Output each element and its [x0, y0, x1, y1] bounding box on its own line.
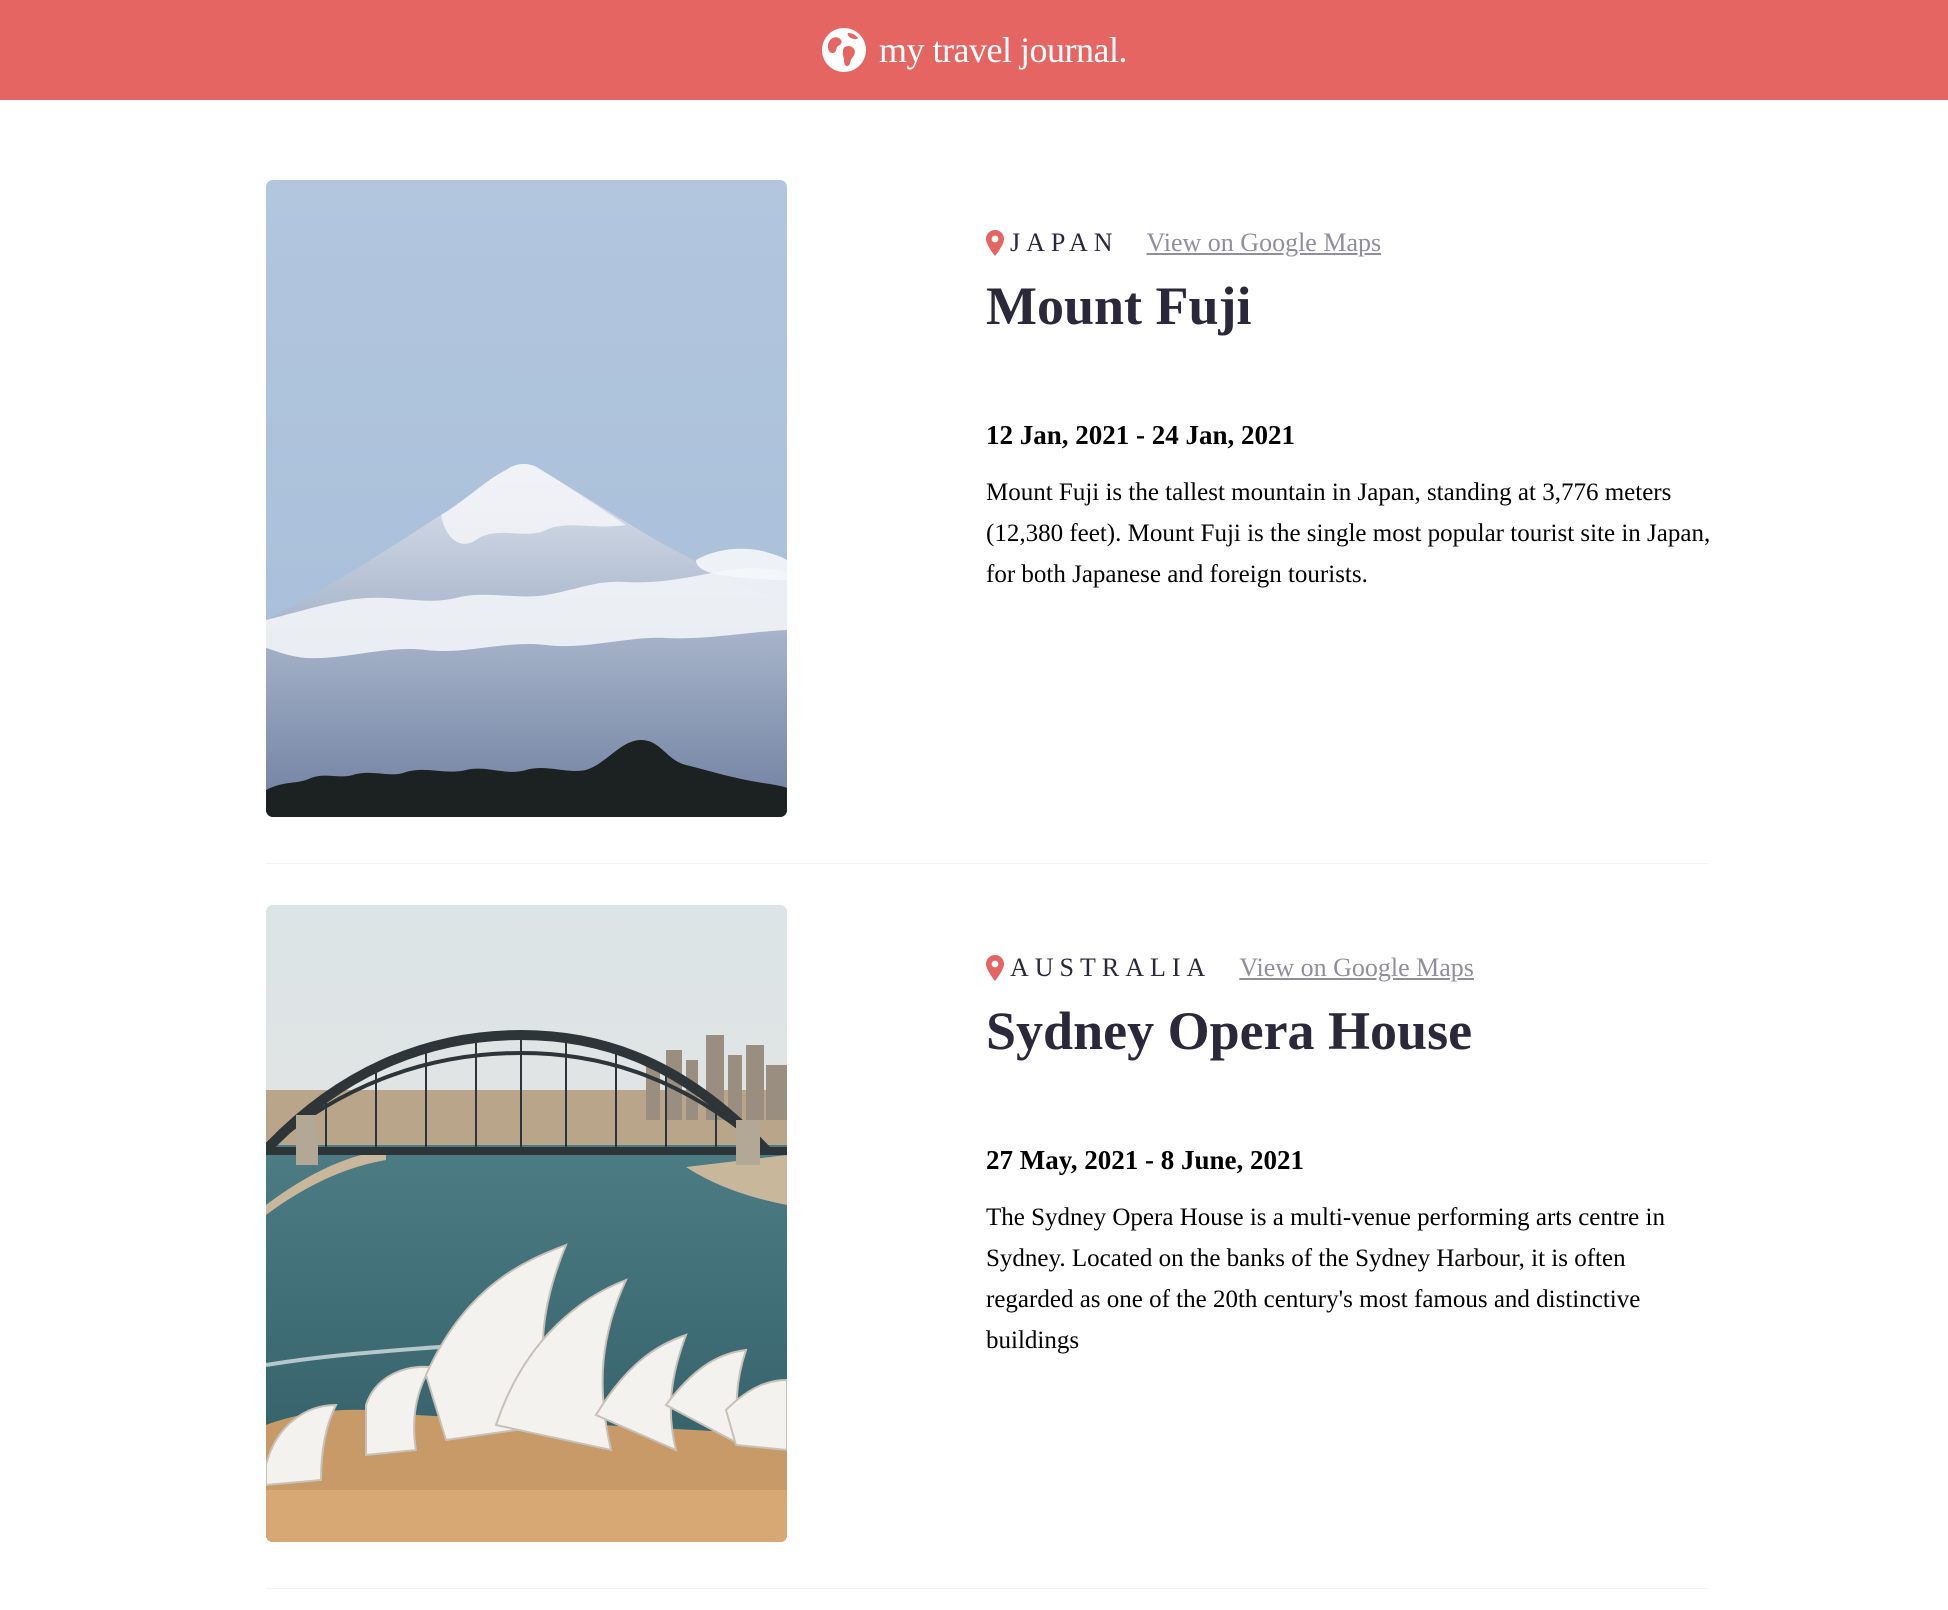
location-row: AUSTRALIA View on Google Maps	[986, 953, 1474, 983]
entry-divider	[266, 1588, 1708, 1589]
entry-dates: 27 May, 2021 - 8 June, 2021	[986, 1145, 1305, 1175]
journal-entry: AUSTRALIA View on Google Maps Sydney Ope…	[266, 905, 1708, 1542]
entry-photo	[266, 905, 787, 1542]
brand[interactable]: my travel journal.	[821, 27, 1127, 73]
entry-title: Sydney Opera House	[986, 1001, 1473, 1061]
country-label: AUSTRALIA	[1010, 953, 1212, 982]
entry-title: Mount Fuji	[986, 276, 1252, 336]
view-on-google-maps-link[interactable]: View on Google Maps	[1147, 228, 1382, 258]
top-navbar: my travel journal.	[0, 0, 1948, 100]
view-on-google-maps-link[interactable]: View on Google Maps	[1239, 953, 1474, 983]
location-pin-icon	[986, 230, 1004, 256]
location-row: JAPAN View on Google Maps	[986, 228, 1381, 258]
sydney-opera-house-photo	[266, 905, 787, 1542]
entry-dates: 12 Jan, 2021 - 24 Jan, 2021	[986, 420, 1296, 450]
brand-title: my travel journal.	[879, 30, 1127, 70]
country-label: JAPAN	[1010, 228, 1119, 257]
entry-description: Mount Fuji is the tallest mountain in Ja…	[986, 479, 1711, 588]
mount-fuji-photo	[266, 180, 787, 817]
globe-icon	[822, 28, 867, 72]
entry-photo	[266, 180, 787, 817]
entry-divider	[266, 863, 1708, 864]
location-pin-icon	[986, 955, 1004, 981]
entry-description: The Sydney Opera House is a multi-venue …	[986, 1204, 1665, 1354]
journal-entry: JAPAN View on Google Maps Mount Fuji 12 …	[266, 180, 1710, 817]
